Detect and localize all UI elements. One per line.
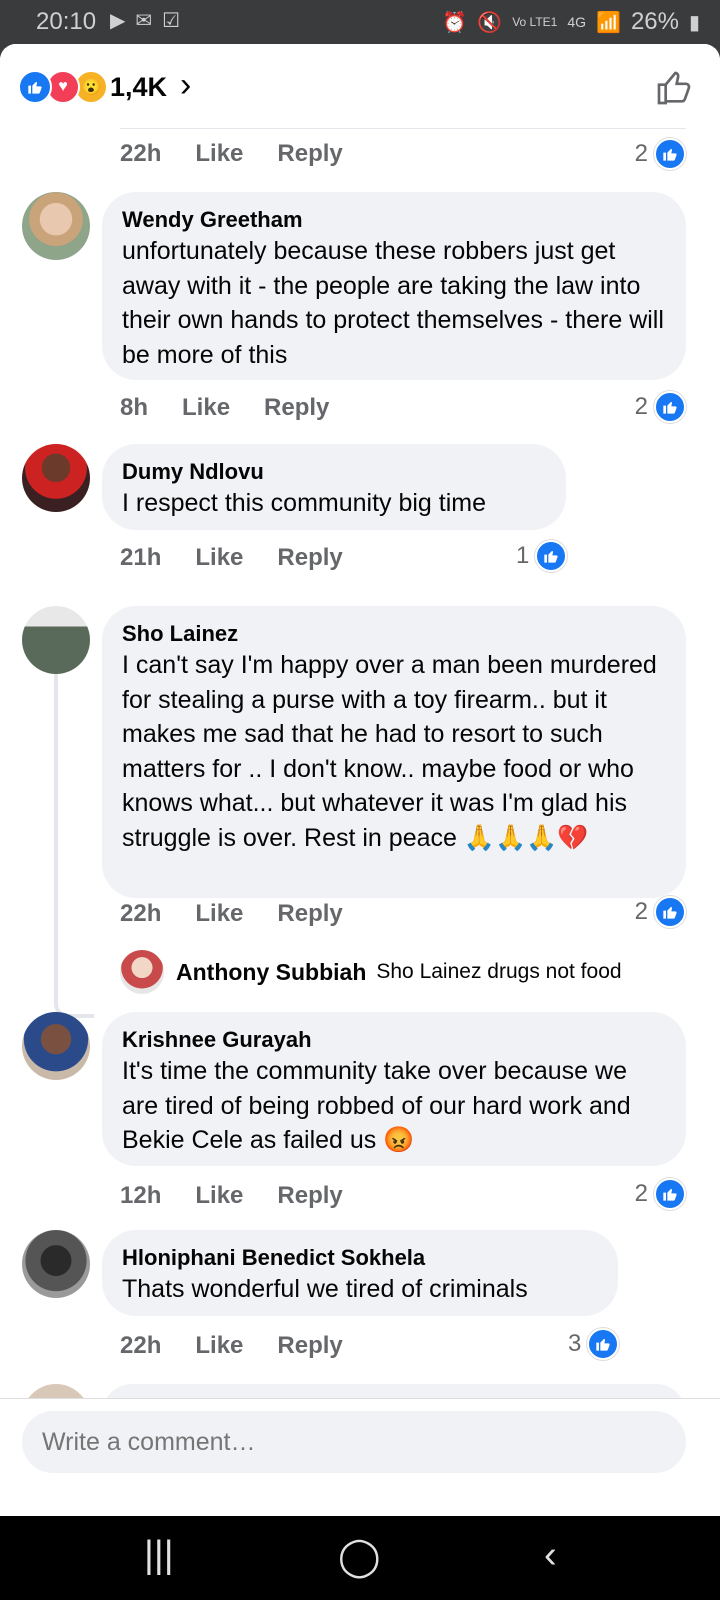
play-icon: ▶ [110,10,126,32]
like-reaction-icon [18,70,52,104]
system-icons: ⏰ 🔇 Vo LTE1 4G 📶 26% ▮ [442,8,700,36]
comment-meta-row: 21h Like Reply [120,544,377,572]
comment-composer [0,1398,720,1516]
4g-icon: 4G [567,14,587,30]
comment-meta-row: 22h Like Reply [120,140,377,168]
signal-icon: 📶 [596,11,621,34]
comment-time: 22h [120,900,162,927]
reply-text: Sho Lainez drugs not food [376,960,622,983]
reaction-badge-count: 2 [634,898,648,925]
comment-text: unfortunately because these robbers just… [122,237,664,369]
home-icon[interactable]: ◯ [338,1534,381,1579]
thread-line [54,672,94,1018]
comment-author[interactable]: Dumy Ndlovu [122,458,546,486]
navigation-bar: ||| ◯ ‹ [0,1516,720,1600]
comment-text: I can't say I'm happy over a man been mu… [122,651,657,852]
reply-link[interactable]: Reply [264,394,329,422]
reaction-badge[interactable]: 3 [568,1328,620,1360]
comment-meta-row: 22h Like Reply [120,900,377,928]
like-icon [654,391,686,423]
comment-author[interactable]: Wendy Greetham [122,206,666,234]
avatar[interactable] [22,1012,90,1080]
comment-bubble: Hloniphani Benedict Sokhela Thats wonder… [102,1230,618,1316]
comment-text: It's time the community take over becaus… [122,1057,631,1154]
reaction-badge[interactable]: 2 [635,138,686,170]
alarm-icon: ⏰ [442,11,468,34]
comment-time: 22h [120,1332,162,1359]
reactions-header: ♥ 😮 1,4K › [0,44,720,130]
like-icon [587,1328,620,1360]
avatar[interactable] [22,444,90,512]
reply-link[interactable]: Reply [277,1332,342,1360]
comment-time: 8h [120,394,149,421]
reply-link[interactable]: Reply [277,140,342,168]
nested-reply[interactable]: Anthony Subbiah Sho Lainez drugs not foo… [120,950,622,994]
back-icon[interactable]: ‹ [544,1534,557,1577]
reaction-badge-count: 2 [634,1180,648,1207]
avatar[interactable] [22,1230,90,1298]
comment-bubble: Krishnee Gurayah It's time the community… [102,1012,686,1166]
like-link[interactable]: Like [195,900,243,928]
comment-author[interactable]: Sho Lainez [122,620,666,648]
reply-link[interactable]: Reply [277,544,342,572]
reaction-badge-count: 1 [516,542,530,569]
comment-bubble: Sho Lainez I can't say I'm happy over a … [102,606,686,898]
comment-meta-row: 22h Like Reply [120,1332,377,1360]
chevron-right-icon[interactable]: › [180,66,191,105]
like-icon [654,896,686,928]
reply-author[interactable]: Anthony Subbiah [176,959,366,986]
status-time: 20:10 [36,8,97,35]
check-icon: ☑ [162,10,181,32]
volte-icon: Vo LTE1 [512,15,558,29]
mute-icon: 🔇 [477,11,503,34]
divider [120,128,686,129]
like-icon [654,138,686,170]
reaction-badge[interactable]: 1 [516,540,568,572]
battery-level: 26% [630,8,679,35]
like-link[interactable]: Like [195,140,243,168]
comment-text: I respect this community big time [122,489,487,517]
recent-apps-icon[interactable]: ||| [144,1534,174,1577]
comments-sheet: ♥ 😮 1,4K › 22h Like Reply 2 Wendy Greeth… [0,44,720,1516]
like-link[interactable]: Like [195,1182,243,1210]
comment-author[interactable]: Krishnee Gurayah [122,1026,666,1054]
reaction-badge-count: 2 [634,393,648,420]
reaction-badge[interactable]: 2 [635,1178,686,1210]
like-link[interactable]: Like [182,394,230,422]
reaction-count[interactable]: 1,4K [110,72,167,103]
reply-link[interactable]: Reply [277,900,342,928]
reactions-summary[interactable]: ♥ 😮 [18,70,108,104]
reaction-badge[interactable]: 2 [635,896,686,928]
like-link[interactable]: Like [195,544,243,572]
comment-time: 12h [120,1182,162,1209]
avatar[interactable] [22,192,90,260]
reply-link[interactable]: Reply [277,1182,342,1210]
comment-text: Thats wonderful we tired of criminals [122,1275,528,1303]
like-link[interactable]: Like [195,1332,243,1360]
like-icon [535,540,568,572]
comment-time: 22h [120,140,162,167]
comment-bubble: Wendy Greetham unfortunately because the… [102,192,686,380]
avatar[interactable] [120,950,164,994]
status-bar: 20:10 ▶ ✉ ☑ ⏰ 🔇 Vo LTE1 4G 📶 26% ▮ [0,0,720,44]
notification-icons: ▶ ✉ ☑ [110,8,180,33]
comment-input[interactable] [22,1411,686,1473]
comment-meta-row: 12h Like Reply [120,1182,377,1210]
avatar[interactable] [22,606,90,674]
like-button-icon[interactable] [654,68,694,108]
like-icon [654,1178,686,1210]
comment-meta-row: 8h Like Reply [120,394,363,422]
reaction-badge[interactable]: 2 [635,391,686,423]
battery-icon: ▮ [688,11,700,34]
comment-time: 21h [120,544,162,571]
mail-icon: ✉ [135,10,153,32]
reaction-badge-count: 2 [634,140,648,167]
reaction-badge-count: 3 [568,1330,582,1357]
comment-author[interactable]: Hloniphani Benedict Sokhela [122,1244,598,1272]
comment-bubble: Dumy Ndlovu I respect this community big… [102,444,566,530]
